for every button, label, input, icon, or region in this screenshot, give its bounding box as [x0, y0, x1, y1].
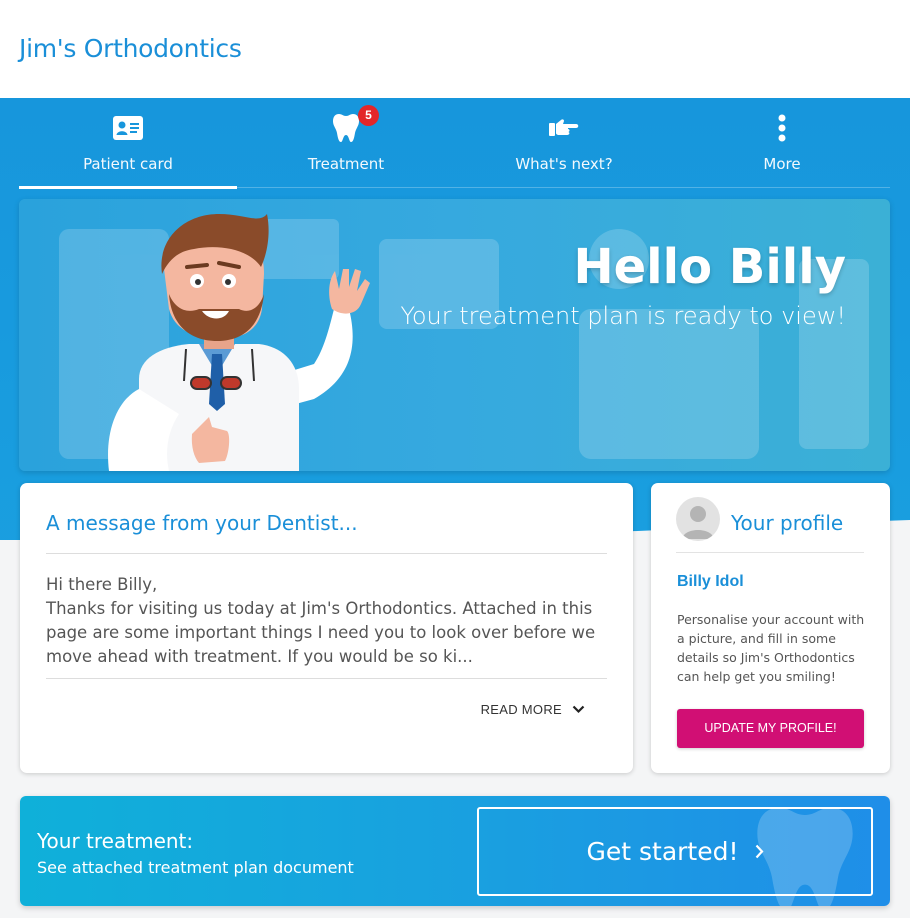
get-started-button[interactable]: Get started!	[477, 807, 873, 896]
update-profile-button[interactable]: UPDATE MY PROFILE!	[677, 709, 864, 748]
treatment-banner: Your treatment: See attached treatment p…	[20, 796, 890, 906]
divider	[676, 552, 864, 553]
pointing-hand-icon	[455, 114, 673, 142]
tab-label: What's next?	[515, 155, 613, 173]
tab-more[interactable]: More	[673, 98, 891, 188]
get-started-label: Get started!	[586, 837, 739, 866]
chevron-right-icon	[755, 844, 763, 859]
profile-description: Personalise your account with a picture,…	[677, 612, 865, 684]
message-text: Thanks for visiting us today at Jim's Or…	[46, 599, 596, 666]
notification-badge: 5	[358, 105, 379, 126]
profile-name: Billy Idol	[677, 573, 744, 590]
user-placeholder-icon	[682, 506, 714, 539]
dentist-character-illustration	[108, 214, 370, 471]
more-vertical-icon	[673, 114, 891, 142]
hero-greeting: Hello Billy	[573, 239, 846, 295]
profile-card: Your profile Billy Idol Personalise your…	[651, 483, 890, 773]
profile-title: Your profile	[731, 511, 844, 535]
message-body: Hi there Billy, Thanks for visiting us t…	[46, 573, 609, 669]
tab-patient-card[interactable]: Patient card	[19, 98, 237, 189]
dentist-message-card: A message from your Dentist... Hi there …	[20, 483, 633, 773]
id-card-icon	[19, 114, 237, 142]
tab-treatment[interactable]: 5 Treatment	[237, 98, 455, 188]
message-greeting: Hi there Billy,	[46, 575, 158, 594]
welcome-banner: Hello Billy Your treatment plan is ready…	[19, 199, 890, 471]
hero-subtitle: Your treatment plan is ready to view!	[400, 302, 846, 330]
app-header: Jim's Orthodontics	[0, 0, 910, 98]
treatment-subtitle: See attached treatment plan document	[37, 858, 354, 877]
divider	[46, 678, 607, 679]
treatment-title: Your treatment:	[37, 829, 194, 853]
read-more-label: READ MORE	[480, 702, 562, 717]
divider	[46, 553, 607, 554]
brand-title[interactable]: Jim's Orthodontics	[19, 34, 242, 63]
read-more-button[interactable]: READ MORE	[481, 702, 585, 717]
main-tabs: Patient card 5 Treatment What's next? Mo…	[19, 98, 891, 189]
tooth-icon	[237, 114, 455, 142]
avatar[interactable]	[676, 497, 720, 541]
chevron-down-icon	[572, 705, 585, 714]
tab-label: Patient card	[83, 155, 173, 173]
tab-label: More	[763, 155, 801, 173]
tab-whats-next[interactable]: What's next?	[455, 98, 673, 188]
message-title: A message from your Dentist...	[46, 511, 358, 535]
tab-label: Treatment	[307, 155, 385, 173]
